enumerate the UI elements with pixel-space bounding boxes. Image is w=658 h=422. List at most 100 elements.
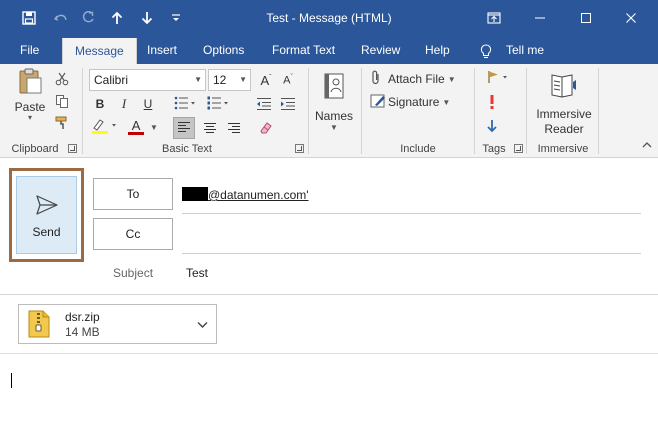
font-size-value: 12 — [213, 73, 227, 87]
tab-message[interactable]: Message — [62, 38, 137, 64]
tab-help[interactable]: Help — [425, 36, 450, 64]
minimize-icon[interactable] — [517, 0, 563, 36]
copy-icon[interactable] — [53, 92, 71, 110]
send-button[interactable]: Send — [16, 176, 77, 254]
subject-input[interactable]: Test — [186, 266, 208, 280]
cut-icon[interactable] — [53, 70, 71, 88]
numbered-list-icon — [207, 96, 229, 113]
basic-text-launcher-icon[interactable] — [295, 144, 304, 153]
group-separator — [526, 68, 527, 154]
to-field-underline — [182, 213, 641, 214]
immersive-group-label: Immersive — [537, 143, 589, 155]
chevron-down-icon: ▼ — [239, 75, 247, 84]
bullets-button[interactable] — [170, 94, 200, 114]
body-divider — [0, 353, 658, 354]
paste-label: Paste — [14, 99, 46, 114]
cc-field-underline — [182, 253, 641, 254]
tags-launcher-icon[interactable] — [514, 144, 523, 153]
basic-text-group-label: Basic Text — [162, 143, 212, 155]
redacted-name — [182, 187, 208, 201]
title-bar: Test - Message (HTML) — [0, 0, 658, 36]
group-separator — [598, 68, 599, 154]
header-divider — [0, 294, 658, 295]
chevron-down-icon[interactable] — [197, 318, 208, 332]
ribbon: Paste ▾ Clipboard Calibri ▼ 12 ▼ Aˆ Aˇ B… — [0, 64, 658, 158]
to-recipient[interactable]: @datanumen.com' — [182, 187, 309, 203]
font-name-select[interactable]: Calibri ▼ — [89, 69, 206, 91]
clipboard-launcher-icon[interactable] — [68, 144, 77, 153]
tab-review[interactable]: Review — [361, 36, 400, 64]
text-cursor — [11, 373, 12, 388]
down-arrow-icon[interactable] — [137, 0, 157, 36]
maximize-icon[interactable] — [563, 0, 609, 36]
highlight-button[interactable] — [88, 117, 122, 137]
align-center-icon[interactable] — [199, 117, 221, 139]
attach-file-label: Attach File — [388, 72, 445, 86]
immersive-reader-icon — [548, 71, 580, 104]
tab-file[interactable]: File — [20, 36, 39, 64]
italic-button[interactable]: I — [114, 94, 134, 114]
font-color-icon: A — [128, 119, 145, 135]
names-button[interactable]: Names ▼ — [313, 68, 355, 136]
redo-icon[interactable] — [77, 0, 99, 36]
recipient-address: @datanumen.com' — [208, 188, 309, 202]
align-left-icon — [177, 121, 191, 136]
to-button[interactable]: To — [93, 178, 173, 210]
cc-button[interactable]: Cc — [93, 218, 173, 250]
tab-options[interactable]: Options — [203, 36, 244, 64]
underline-button[interactable]: U — [138, 94, 158, 114]
ribbon-tab-bar: File Message Insert Options Format Text … — [0, 36, 658, 64]
paperclip-icon — [370, 70, 388, 89]
group-separator — [361, 68, 362, 154]
signature-button[interactable]: Signature ▼ — [370, 92, 465, 112]
follow-up-flag-button[interactable] — [483, 69, 515, 87]
font-name-value: Calibri — [94, 73, 129, 87]
send-label: Send — [32, 225, 61, 239]
paste-button[interactable]: Paste ▾ — [10, 68, 50, 121]
numbering-button[interactable] — [203, 94, 233, 114]
font-color-button[interactable]: A ▼ — [124, 117, 162, 137]
subject-label: Subject — [113, 266, 154, 280]
collapse-ribbon-icon[interactable] — [640, 138, 654, 152]
cc-input[interactable] — [182, 222, 641, 252]
signature-pen-icon — [370, 93, 388, 112]
save-icon[interactable] — [18, 0, 40, 36]
bullet-list-icon — [174, 96, 196, 113]
zip-file-icon — [28, 310, 50, 341]
undo-icon[interactable] — [50, 0, 72, 36]
attachment-item[interactable]: dsr.zip 14 MB — [18, 304, 217, 344]
tell-me-label: Tell me — [506, 43, 545, 57]
grow-font-icon[interactable]: Aˆ — [256, 70, 276, 90]
tab-format-text[interactable]: Format Text — [272, 36, 335, 64]
format-painter-icon[interactable] — [53, 114, 71, 132]
immersive-reader-button[interactable]: Immersive Reader — [532, 68, 596, 140]
align-right-icon[interactable] — [223, 117, 245, 139]
message-body[interactable] — [0, 356, 658, 422]
flag-icon — [487, 70, 511, 87]
shrink-font-icon[interactable]: Aˇ — [278, 70, 298, 90]
include-group-label: Include — [400, 143, 436, 155]
attachment-name: dsr.zip — [65, 310, 100, 324]
send-icon — [35, 194, 59, 219]
increase-indent-icon[interactable] — [278, 94, 298, 114]
customize-qat-icon[interactable] — [168, 0, 184, 36]
highlighter-icon — [91, 118, 119, 137]
tab-insert[interactable]: Insert — [147, 36, 177, 64]
low-importance-icon[interactable] — [483, 116, 501, 136]
decrease-indent-icon[interactable] — [254, 94, 274, 114]
close-icon[interactable] — [608, 0, 654, 36]
high-importance-icon[interactable] — [483, 92, 501, 112]
signature-label: Signature — [388, 95, 440, 109]
clipboard-group-label: Clipboard — [11, 143, 59, 155]
attach-file-button[interactable]: Attach File ▼ — [370, 69, 465, 89]
group-separator — [308, 68, 309, 154]
tell-me-box[interactable]: Tell me — [480, 36, 550, 64]
attachment-size: 14 MB — [65, 325, 100, 339]
up-arrow-icon[interactable] — [107, 0, 127, 36]
clear-formatting-icon[interactable] — [255, 117, 277, 139]
ribbon-display-icon[interactable] — [471, 0, 517, 36]
bold-button[interactable]: B — [90, 94, 110, 114]
font-size-select[interactable]: 12 ▼ — [208, 69, 251, 91]
immersive-reader-label-line2: Reader — [544, 122, 584, 136]
align-left-button[interactable] — [173, 117, 195, 139]
